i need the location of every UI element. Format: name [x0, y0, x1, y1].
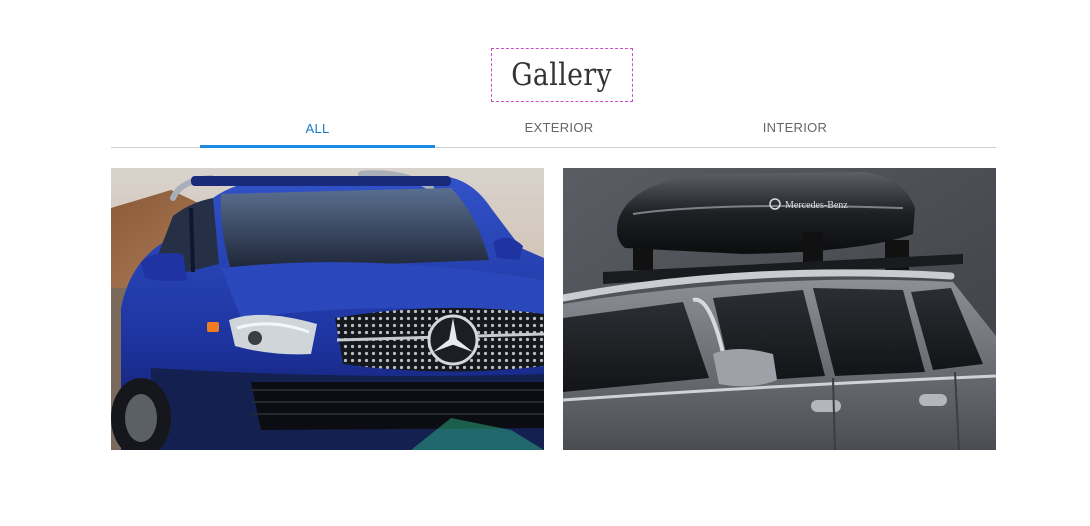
tab-exterior[interactable]: EXTERIOR: [435, 108, 683, 148]
page-title: Gallery: [511, 57, 613, 93]
blue-suv-illustration: [111, 168, 544, 450]
page-title-container: Gallery: [491, 48, 633, 102]
gallery-tabs: ALL EXTERIOR INTERIOR: [111, 108, 996, 148]
gallery-image-blue-suv[interactable]: [111, 168, 544, 450]
tab-all[interactable]: ALL: [200, 108, 435, 148]
roof-box-brand-text: Mercedes-Benz: [785, 200, 848, 211]
tab-interior[interactable]: INTERIOR: [683, 108, 907, 148]
gallery-image-roof-box-suv[interactable]: Mercedes-Benz: [563, 168, 996, 450]
roof-box-suv-illustration: Mercedes-Benz: [563, 168, 996, 450]
